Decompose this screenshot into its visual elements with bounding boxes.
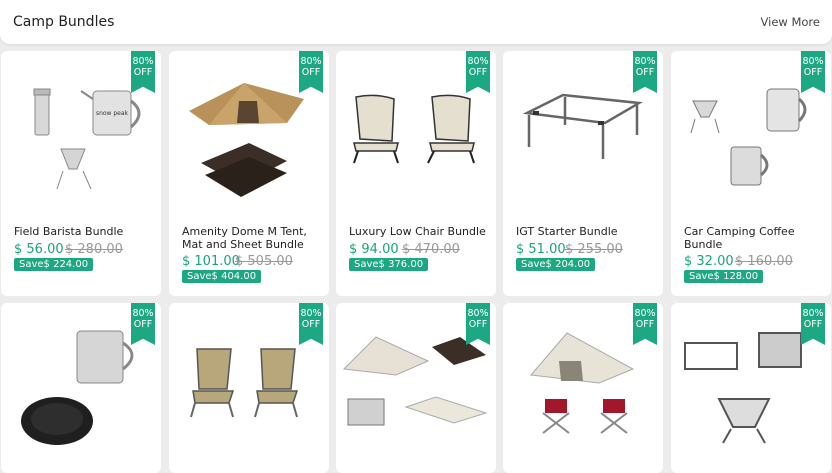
bundle-name: Amenity Dome M Tent, Mat and Sheet Bundl… bbox=[182, 225, 307, 251]
bundle-card-row2-1[interactable]: 80% OFF bbox=[1, 303, 161, 473]
bundle-card-igt-starter[interactable]: 80% OFF IGT Starter Bundle $ 51.00 $ 255.… bbox=[503, 51, 663, 296]
discount-ribbon: 80% OFF bbox=[466, 51, 490, 93]
bundle-card-car-camping-coffee[interactable]: 80% OFF Car Camping Coffee Bundle $ 32.00… bbox=[671, 51, 831, 296]
bundle-price: $ 51.00 bbox=[516, 242, 566, 257]
bundle-card-row2-3[interactable]: 80% OFF bbox=[336, 303, 496, 473]
svg-text:snow peak: snow peak bbox=[96, 110, 129, 117]
bundle-price: $ 101.00 bbox=[182, 254, 240, 269]
bundle-old-price: $ 160.00 bbox=[735, 254, 793, 269]
bundle-savings-badge: Save$ 404.00 bbox=[182, 270, 262, 283]
bundle-savings-badge: Save$ 128.00 bbox=[684, 270, 764, 283]
bundle-old-price: $ 470.00 bbox=[402, 242, 460, 257]
bundle-card-field-barista[interactable]: snow peak 80% OFF Field Barista Bundle $ … bbox=[1, 51, 161, 296]
bundle-old-price: $ 505.00 bbox=[235, 254, 293, 269]
bundle-card-luxury-low-chair[interactable]: 80% OFF Luxury Low Chair Bundle $ 94.00 $… bbox=[336, 51, 496, 296]
bundle-old-price: $ 280.00 bbox=[65, 242, 123, 257]
bundle-price: $ 32.00 bbox=[684, 254, 734, 269]
discount-ribbon: 80% OFF bbox=[299, 51, 323, 93]
section-title: Camp Bundles bbox=[13, 14, 115, 30]
discount-ribbon: 80% OFF bbox=[131, 51, 155, 93]
bundle-name: Luxury Low Chair Bundle bbox=[349, 225, 486, 238]
bundle-savings-badge: Save$ 224.00 bbox=[14, 258, 94, 271]
bundle-price: $ 94.00 bbox=[349, 242, 399, 257]
bundle-card-row2-2[interactable]: 80% OFF bbox=[169, 303, 329, 473]
bundle-card-row2-5[interactable]: 80% OFF bbox=[671, 303, 831, 473]
bundle-card-amenity-dome[interactable]: 80% OFF Amenity Dome M Tent, Mat and Shee… bbox=[169, 51, 329, 296]
bundle-savings-badge: Save$ 204.00 bbox=[516, 258, 596, 271]
bundle-name: Car Camping Coffee Bundle bbox=[684, 225, 795, 251]
discount-ribbon: 80% OFF bbox=[633, 51, 657, 93]
discount-ribbon: 80% OFF bbox=[801, 51, 825, 93]
bundle-old-price: $ 255.00 bbox=[565, 242, 623, 257]
bundle-name: Field Barista Bundle bbox=[14, 225, 124, 238]
bundle-savings-badge: Save$ 376.00 bbox=[349, 258, 429, 271]
section-header: Camp Bundles View More bbox=[0, 0, 832, 44]
view-more-link[interactable]: View More bbox=[761, 15, 820, 29]
bundle-price: $ 56.00 bbox=[14, 242, 64, 257]
bundle-card-row2-4[interactable]: 80% OFF bbox=[503, 303, 663, 473]
bundle-name: IGT Starter Bundle bbox=[516, 225, 618, 238]
